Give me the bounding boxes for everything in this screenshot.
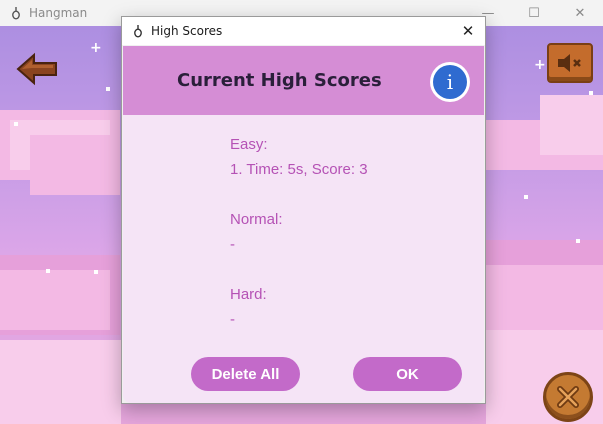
cloud xyxy=(0,340,121,424)
hard-label: Hard: xyxy=(230,286,267,303)
ok-button[interactable]: OK xyxy=(353,357,462,391)
speaker-muted-icon xyxy=(558,54,581,72)
back-arrow-icon[interactable] xyxy=(16,52,58,86)
sparkle xyxy=(94,270,98,274)
maximize-button[interactable]: ☐ xyxy=(511,0,557,26)
page-title: Current High Scores xyxy=(177,70,382,91)
info-icon: i xyxy=(433,65,467,99)
main-window-title: Hangman xyxy=(29,6,88,20)
sparkle xyxy=(106,87,110,91)
delete-all-button[interactable]: Delete All xyxy=(191,357,300,391)
exit-x-icon xyxy=(557,386,579,408)
normal-label: Normal: xyxy=(230,211,283,228)
info-button[interactable]: i xyxy=(430,62,470,102)
mute-button[interactable] xyxy=(547,43,593,83)
scores-list: Easy: 1. Time: 5s, Score: 3 Normal: - Ha… xyxy=(230,132,368,332)
dialog-title: High Scores xyxy=(151,24,223,38)
close-button[interactable]: ✕ xyxy=(557,0,603,26)
exit-button[interactable] xyxy=(543,372,593,422)
sparkle-plus: + xyxy=(90,40,102,56)
dialog-titlebar: High Scores ✕ xyxy=(122,17,485,45)
sparkle xyxy=(576,239,580,243)
cloud xyxy=(0,270,110,330)
dialog-header: Current High Scores i xyxy=(123,46,484,115)
sparkle xyxy=(46,269,50,273)
easy-label: Easy: xyxy=(230,136,268,153)
sparkle-plus: + xyxy=(534,57,546,73)
hangman-icon xyxy=(134,25,142,38)
sparkle xyxy=(589,91,593,95)
hangman-icon xyxy=(12,7,20,20)
easy-entry: 1. Time: 5s, Score: 3 xyxy=(230,161,368,178)
high-scores-dialog: High Scores ✕ Current High Scores i Easy… xyxy=(121,16,486,404)
dialog-close-button[interactable]: ✕ xyxy=(457,20,479,42)
dialog-content: Current High Scores i Easy: 1. Time: 5s,… xyxy=(123,46,484,403)
sparkle xyxy=(524,195,528,199)
cloud xyxy=(30,135,120,195)
sparkle xyxy=(14,122,18,126)
normal-entry: - xyxy=(230,236,235,253)
cloud xyxy=(540,95,603,155)
cloud xyxy=(486,265,603,335)
hard-entry: - xyxy=(230,311,235,328)
